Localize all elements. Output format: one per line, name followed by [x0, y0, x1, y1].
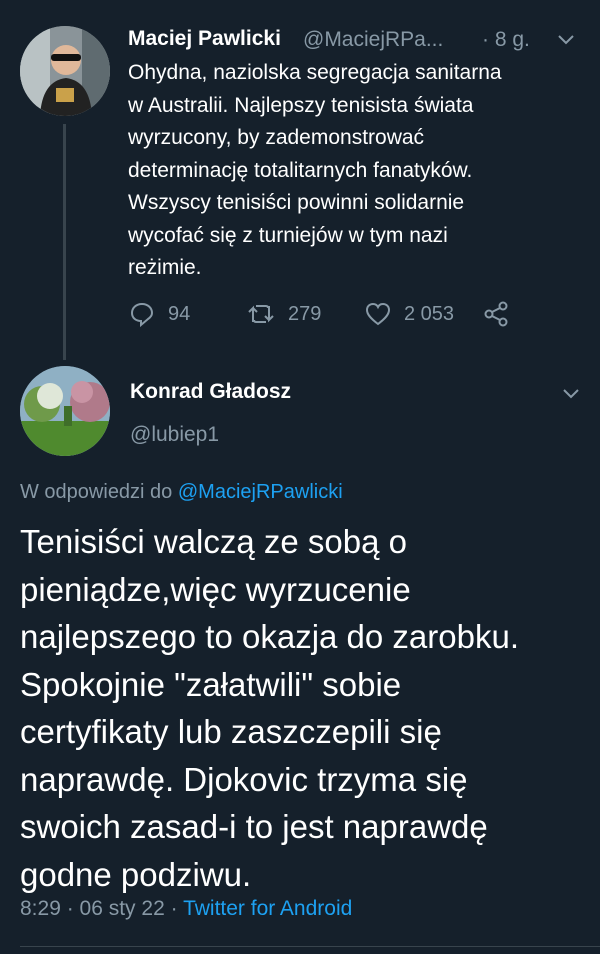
tweet-line: w Australii. Najlepszy tenisista świata [128, 93, 474, 117]
chevron-down-icon[interactable] [560, 382, 582, 404]
like-button[interactable]: 2 053 [364, 300, 454, 328]
reply-icon [130, 302, 154, 328]
replying-prefix: W odpowiedzi do [20, 481, 173, 503]
author-name[interactable]: Maciej Pawlicki [128, 27, 281, 51]
tweet-line: naprawdę. Djokovic trzyma się [20, 760, 468, 798]
tweet-line: reżimie. [128, 256, 202, 279]
retweet-count: 279 [288, 302, 322, 325]
tweet-line: pieniądze,więc wyrzucenie [20, 570, 411, 608]
reply-count: 94 [168, 302, 191, 325]
like-count: 2 053 [404, 302, 455, 325]
retweet-icon [248, 305, 274, 323]
tweet-line: najlepszego to okazja do zarobku. [20, 618, 519, 655]
tweet-timestamp[interactable]: 8:29 · 06 sty 22 · [20, 897, 178, 920]
tweet-line: Wszyscy tenisiści powinni solidarnie [128, 191, 465, 214]
tweet-text: Tenisiści walczą ze sobą o pieniądze,wię… [20, 518, 590, 898]
tweet-line: godne podziwu. [20, 855, 252, 893]
tweet-source[interactable]: Twitter for Android [183, 897, 352, 920]
tweet-line: Tenisiści walczą ze sobą o [20, 523, 408, 560]
tweet-line: swoich zasad-i to jest naprawdę [20, 808, 488, 845]
tweet-line: Ohydna, naziolska segregacja sanitarna [128, 61, 502, 84]
tweet-line: wycofać się z turniejów w tym nazi [128, 223, 448, 247]
tweet-time[interactable]: · 8 g. [482, 28, 530, 52]
mention-link[interactable]: @MaciejRPawlicki [178, 481, 343, 503]
share-icon [484, 301, 508, 327]
tweet-line: determinację totalitarnych fanatyków. [128, 158, 473, 182]
thread-line [63, 124, 66, 360]
replying-to: W odpowiedzi do @MaciejRPawlicki [20, 481, 343, 504]
chevron-down-icon[interactable] [555, 28, 577, 50]
divider [20, 946, 600, 947]
author-handle[interactable]: @MaciejRPa... [303, 28, 443, 52]
tweet-line: certyfikaty lub zaszczepili się [20, 713, 442, 750]
tweet-line: wyrzucony, by zademonstrować [128, 126, 425, 149]
avatar-maciej-pawlicki[interactable] [20, 26, 110, 116]
tweet-meta: 8:29 · 06 sty 22 · Twitter for Android [20, 897, 352, 921]
tweet-line: Spokojnie "załatwili" sobie [20, 665, 402, 703]
retweet-button[interactable]: 279 [246, 300, 321, 328]
tweet-text: Ohydna, naziolska segregacja sanitarna w… [128, 57, 578, 285]
like-icon [365, 302, 391, 326]
author-name[interactable]: Konrad Gładosz [130, 380, 291, 404]
avatar-konrad-gladosz[interactable] [20, 366, 110, 456]
share-button[interactable] [482, 300, 522, 328]
reply-button[interactable]: 94 [128, 300, 190, 328]
author-handle[interactable]: @lubiep1 [130, 423, 219, 447]
